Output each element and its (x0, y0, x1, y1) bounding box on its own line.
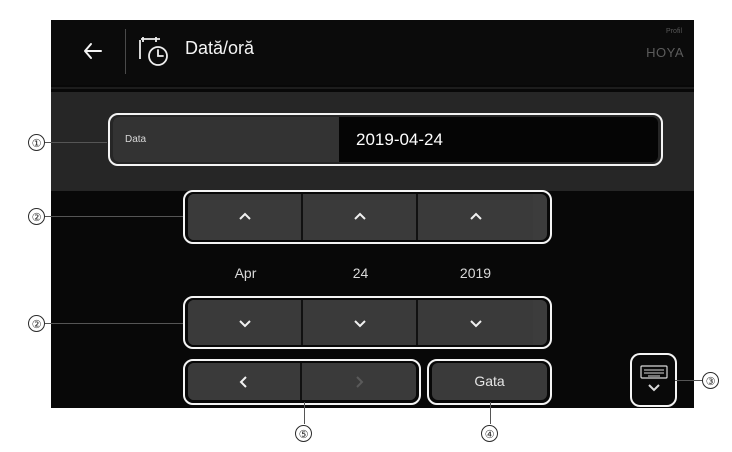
chevron-down-icon (238, 319, 251, 327)
day-value: 24 (352, 265, 369, 281)
field-navigation (188, 363, 416, 400)
date-field-label: Data (113, 117, 339, 162)
date-field-value: 2019-04-24 (356, 130, 443, 149)
top-bar: Dată/oră Profil HOYA (51, 20, 694, 85)
month-value: Apr (234, 265, 257, 281)
decrement-row (188, 300, 547, 345)
done-button[interactable]: Gata (432, 363, 547, 400)
header-divider (125, 29, 126, 74)
callout-increment-line (45, 216, 183, 217)
next-field-button[interactable] (302, 363, 416, 400)
date-field[interactable]: Data 2019-04-24 (113, 117, 658, 162)
callout-navigation-line (304, 402, 305, 424)
callout-date-field: ① (28, 134, 45, 151)
date-time-screen: Dată/oră Profil HOYA Data 2019-04-24 Apr… (51, 20, 694, 408)
callout-date-line (45, 142, 107, 143)
profile-label: Profil (666, 28, 682, 35)
chevron-up-icon (469, 212, 482, 220)
callout-done-button: ④ (481, 425, 498, 442)
year-value: 2019 (459, 265, 492, 281)
previous-field-button[interactable] (188, 363, 302, 400)
back-arrow-icon[interactable] (79, 36, 109, 66)
day-increment-button[interactable] (303, 194, 418, 240)
page-title: Dată/oră (185, 38, 255, 58)
chevron-down-icon (353, 319, 366, 327)
callout-done-line (490, 402, 491, 424)
month-decrement-button[interactable] (188, 300, 303, 345)
profile-name: HOYA (646, 45, 684, 60)
month-increment-button[interactable] (188, 194, 303, 240)
callout-increment-row: ② (28, 208, 45, 225)
day-decrement-button[interactable] (303, 300, 418, 345)
keyboard-toggle-button[interactable] (634, 357, 673, 403)
clock-calendar-icon (135, 32, 175, 72)
manual-screenshot-page: Dată/oră Profil HOYA Data 2019-04-24 Apr… (0, 0, 732, 452)
chevron-right-icon (356, 375, 364, 388)
chevron-down-icon (469, 319, 482, 327)
callout-keyboard-line (675, 380, 702, 381)
callout-keyboard-button: ③ (702, 372, 719, 389)
callout-navigation: ⑤ (295, 425, 312, 442)
keyboard-icon (639, 365, 668, 392)
chevron-up-icon (238, 212, 251, 220)
header-separator (51, 87, 694, 89)
chevron-left-icon (239, 375, 247, 388)
callout-decrement-row: ② (28, 315, 45, 332)
increment-row (188, 194, 547, 240)
year-decrement-button[interactable] (418, 300, 533, 345)
year-increment-button[interactable] (418, 194, 533, 240)
callout-decrement-line (45, 323, 183, 324)
chevron-up-icon (353, 212, 366, 220)
